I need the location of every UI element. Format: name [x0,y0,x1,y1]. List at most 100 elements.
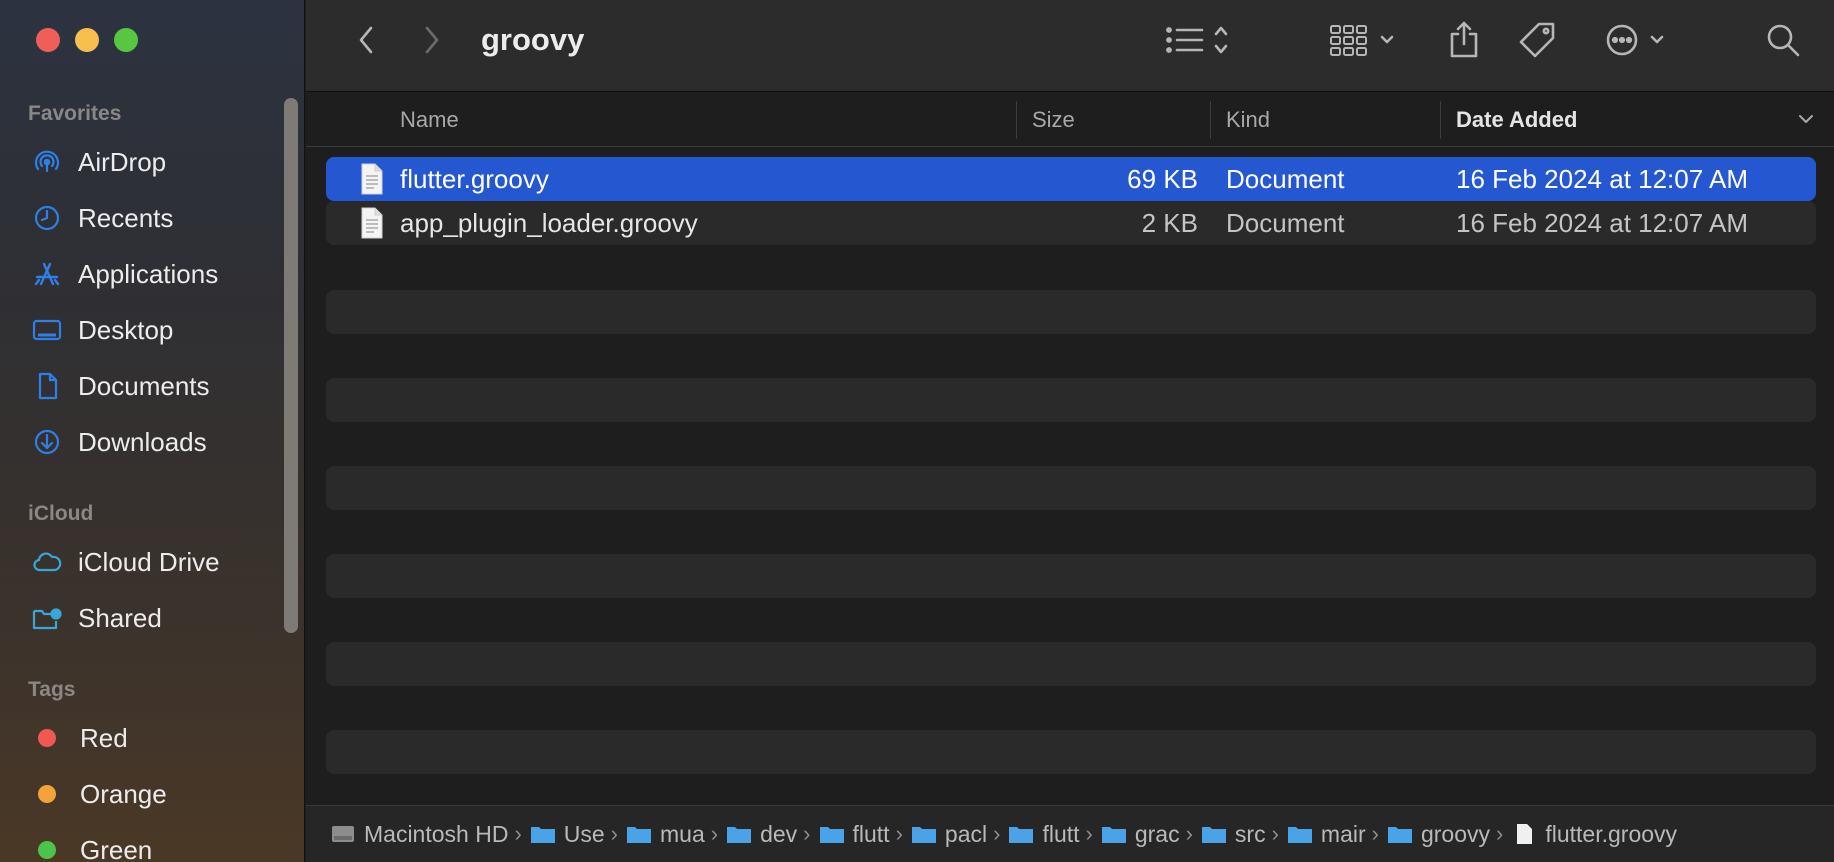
path-chevron-icon: › [803,821,811,846]
document-icon [32,371,62,401]
path-crumb-label: flutter.groovy [1545,820,1678,847]
back-button[interactable] [344,18,388,62]
folder-icon [1201,827,1226,843]
folder-icon [819,827,844,843]
zoom-window-button[interactable] [114,28,138,52]
tags-heading: Tags [28,678,76,701]
ellipsis-circle-icon [1606,24,1664,56]
path-chevron-icon: › [710,821,719,846]
sidebar-item-shared[interactable]: Shared [0,590,280,646]
path-chevron-icon: › [1371,821,1379,846]
toolbar: groovy [306,0,1834,92]
tag-button[interactable] [1516,18,1560,62]
sort-chevron-icon[interactable] [1796,93,1816,147]
path-crumb-label: groovy [1420,820,1491,847]
path-crumb[interactable]: groovy [1387,821,1490,848]
sidebar-item-label: AirDrop [78,146,167,177]
download-icon [32,427,62,457]
sidebar-item-label: Applications [78,258,219,289]
window-title: groovy [481,22,585,57]
folder-icon [1387,827,1412,843]
sidebar-item-label: iCloud Drive [78,546,220,577]
search-button[interactable] [1758,18,1808,62]
sidebar-item-label: Orange [80,778,167,809]
sidebar-item-label: Downloads [78,426,207,457]
path-crumb[interactable]: src [1201,821,1266,848]
column-date-added-header[interactable]: Date Added [1456,93,1577,147]
window-controls [36,28,138,52]
orange-tag-dot-icon [38,785,56,803]
document-file-icon [361,163,383,195]
sidebar-item-label: Shared [78,602,162,633]
column-name-header[interactable]: Name [400,93,459,147]
airdrop-icon [32,147,62,177]
forward-button[interactable] [410,18,454,62]
sidebar-item-documents[interactable]: Documents [0,358,280,414]
file-kind: Document [1226,208,1345,238]
search-icon [1767,24,1800,57]
path-crumb-current-file[interactable]: flutter.groovy [1511,821,1677,848]
sidebar-item-applications[interactable]: Applications [0,246,280,302]
cloud-icon [32,547,62,577]
path-chevron-icon: › [993,821,1001,846]
sidebar-item-tag-green[interactable]: Green [0,822,280,862]
column-divider[interactable] [1440,101,1441,139]
path-crumb-label: pacl [944,820,988,847]
sidebar-scrollbar[interactable] [284,98,298,633]
path-crumb[interactable]: dev [726,821,797,848]
path-chevron-icon: › [895,821,903,846]
tag-icon [1519,22,1555,58]
path-crumb[interactable]: grac [1101,821,1180,848]
chevron-left-icon [359,26,373,54]
grid-group-icon [1330,25,1394,56]
sidebar-item-recents[interactable]: Recents [0,190,280,246]
favorites-section: Favorites AirDrop Recents Applications D… [0,94,280,470]
path-crumb[interactable]: flutt [1008,821,1080,848]
sidebar-item-tag-red[interactable]: Red [0,710,280,766]
desktop-icon [32,315,62,345]
path-crumb-label: src [1234,820,1266,847]
chevron-right-icon [425,26,439,54]
group-by-button[interactable] [1326,18,1406,62]
file-name: flutter.groovy [400,164,549,194]
shared-folder-icon [32,603,62,633]
list-view-icon [1166,26,1228,54]
path-crumb[interactable]: Use [530,821,605,848]
path-crumb[interactable]: flutt [819,821,890,848]
file-name: app_plugin_loader.groovy [400,208,698,238]
sidebar-item-icloud-drive[interactable]: iCloud Drive [0,534,280,590]
file-row[interactable]: flutter.groovy 69 KB Document 16 Feb 202… [326,157,1816,201]
file-row[interactable]: app_plugin_loader.groovy 2 KB Document 1… [326,201,1816,245]
empty-row-stripe [326,290,1816,334]
view-mode-button[interactable] [1162,18,1242,62]
more-actions-button[interactable] [1602,18,1682,62]
sidebar-item-airdrop[interactable]: AirDrop [0,134,280,190]
empty-row-stripe [326,466,1816,510]
sidebar-item-downloads[interactable]: Downloads [0,414,280,470]
path-chevron-icon: › [610,821,618,846]
column-divider[interactable] [1210,101,1211,139]
sidebar-item-label: Desktop [78,314,174,345]
empty-row-stripe [326,378,1816,422]
path-crumb-label: flutt [852,820,890,847]
path-crumb[interactable]: pacl [911,821,987,848]
folder-icon [1287,827,1312,843]
sidebar-item-desktop[interactable]: Desktop [0,302,280,358]
share-button[interactable] [1442,18,1486,62]
close-window-button[interactable] [36,28,60,52]
folder-icon [727,827,752,843]
path-crumb[interactable]: mair [1287,821,1366,848]
path-crumb-macintosh-hd[interactable]: Macintosh HD [330,821,508,848]
sidebar-item-tag-orange[interactable]: Orange [0,766,280,822]
minimize-window-button[interactable] [75,28,99,52]
folder-icon [1101,827,1126,843]
favorites-heading: Favorites [28,102,122,125]
column-divider[interactable] [1016,101,1017,139]
path-crumb[interactable]: mua [626,821,705,848]
file-size: 2 KB [1141,208,1198,238]
column-size-header[interactable]: Size [1032,93,1075,147]
path-crumb-label: grac [1134,820,1180,847]
path-bar: Macintosh HD › Use › mua › dev › flutt ›… [306,805,1834,862]
green-tag-dot-icon [38,841,56,859]
column-kind-header[interactable]: Kind [1226,93,1270,147]
